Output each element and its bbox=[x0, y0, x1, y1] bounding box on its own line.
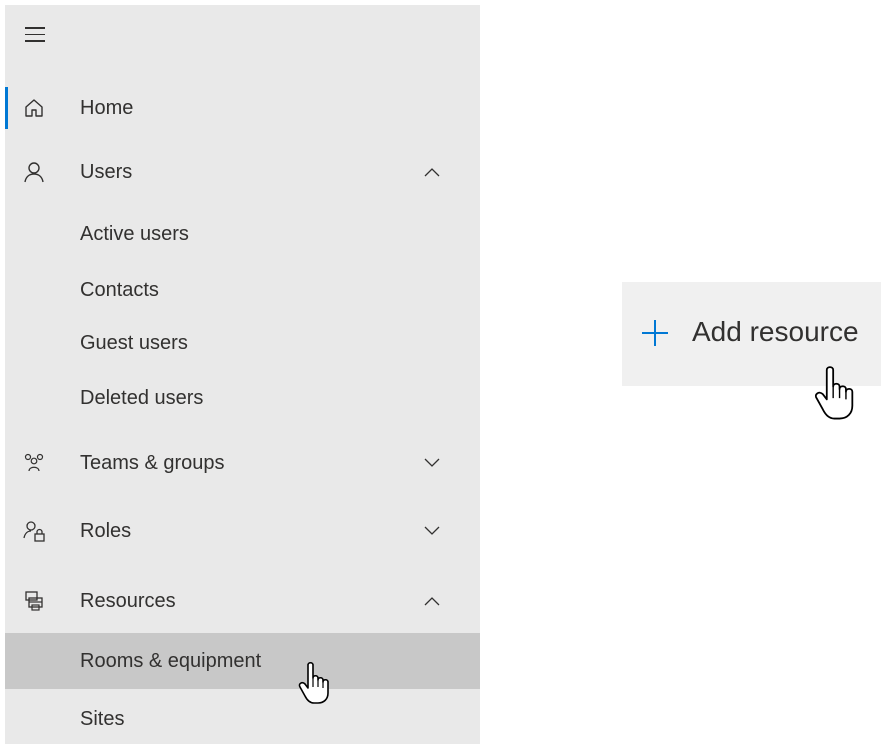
nav-item-roles-label: Roles bbox=[80, 519, 132, 542]
nav-subitem-deleted-users[interactable]: Deleted users bbox=[5, 370, 480, 426]
person-icon bbox=[24, 162, 44, 183]
nav-subitem-label: Sites bbox=[80, 707, 125, 730]
plus-icon bbox=[642, 320, 668, 346]
nav-subitem-sites[interactable]: Sites bbox=[5, 691, 480, 747]
home-icon bbox=[25, 99, 43, 117]
nav-subitem-label: Deleted users bbox=[80, 386, 204, 409]
chevron-up-icon[interactable] bbox=[423, 595, 441, 607]
nav-item-teams-groups[interactable]: Teams & groups bbox=[5, 435, 480, 491]
nav-item-home-label: Home bbox=[80, 96, 134, 119]
nav-subitem-contacts[interactable]: Contacts bbox=[5, 262, 480, 318]
nav-item-roles[interactable]: Roles bbox=[5, 503, 480, 559]
add-resource-label: Add resource bbox=[692, 316, 859, 347]
people-group-icon bbox=[24, 453, 44, 472]
person-lock-icon bbox=[23, 521, 45, 542]
nav-item-users-label: Users bbox=[80, 160, 133, 183]
chevron-down-icon[interactable] bbox=[423, 457, 441, 469]
nav-subitem-rooms-equipment[interactable]: Rooms & equipment bbox=[5, 633, 480, 689]
hand-cursor-icon bbox=[815, 366, 854, 420]
navigation-sidebar: Home Users Active users Contacts Guest u… bbox=[5, 5, 480, 744]
nav-subitem-guest-users[interactable]: Guest users bbox=[5, 315, 480, 371]
chevron-up-icon[interactable] bbox=[423, 166, 441, 178]
nav-subitem-label: Guest users bbox=[80, 331, 188, 354]
nav-item-home[interactable]: Home bbox=[5, 80, 480, 136]
nav-subitem-active-users[interactable]: Active users bbox=[5, 206, 480, 262]
nav-item-resources[interactable]: Resources bbox=[5, 573, 480, 629]
nav-subitem-label: Contacts bbox=[80, 278, 159, 301]
nav-subitem-label: Rooms & equipment bbox=[80, 649, 262, 672]
nav-item-users[interactable]: Users bbox=[5, 144, 480, 200]
hand-cursor-icon bbox=[298, 661, 329, 704]
chevron-down-icon[interactable] bbox=[423, 525, 441, 537]
nav-item-teams-label: Teams & groups bbox=[80, 451, 225, 474]
nav-subitem-label: Active users bbox=[80, 222, 189, 245]
printer-icon bbox=[25, 591, 43, 611]
nav-item-resources-label: Resources bbox=[80, 589, 176, 612]
hamburger-icon[interactable] bbox=[25, 27, 45, 43]
